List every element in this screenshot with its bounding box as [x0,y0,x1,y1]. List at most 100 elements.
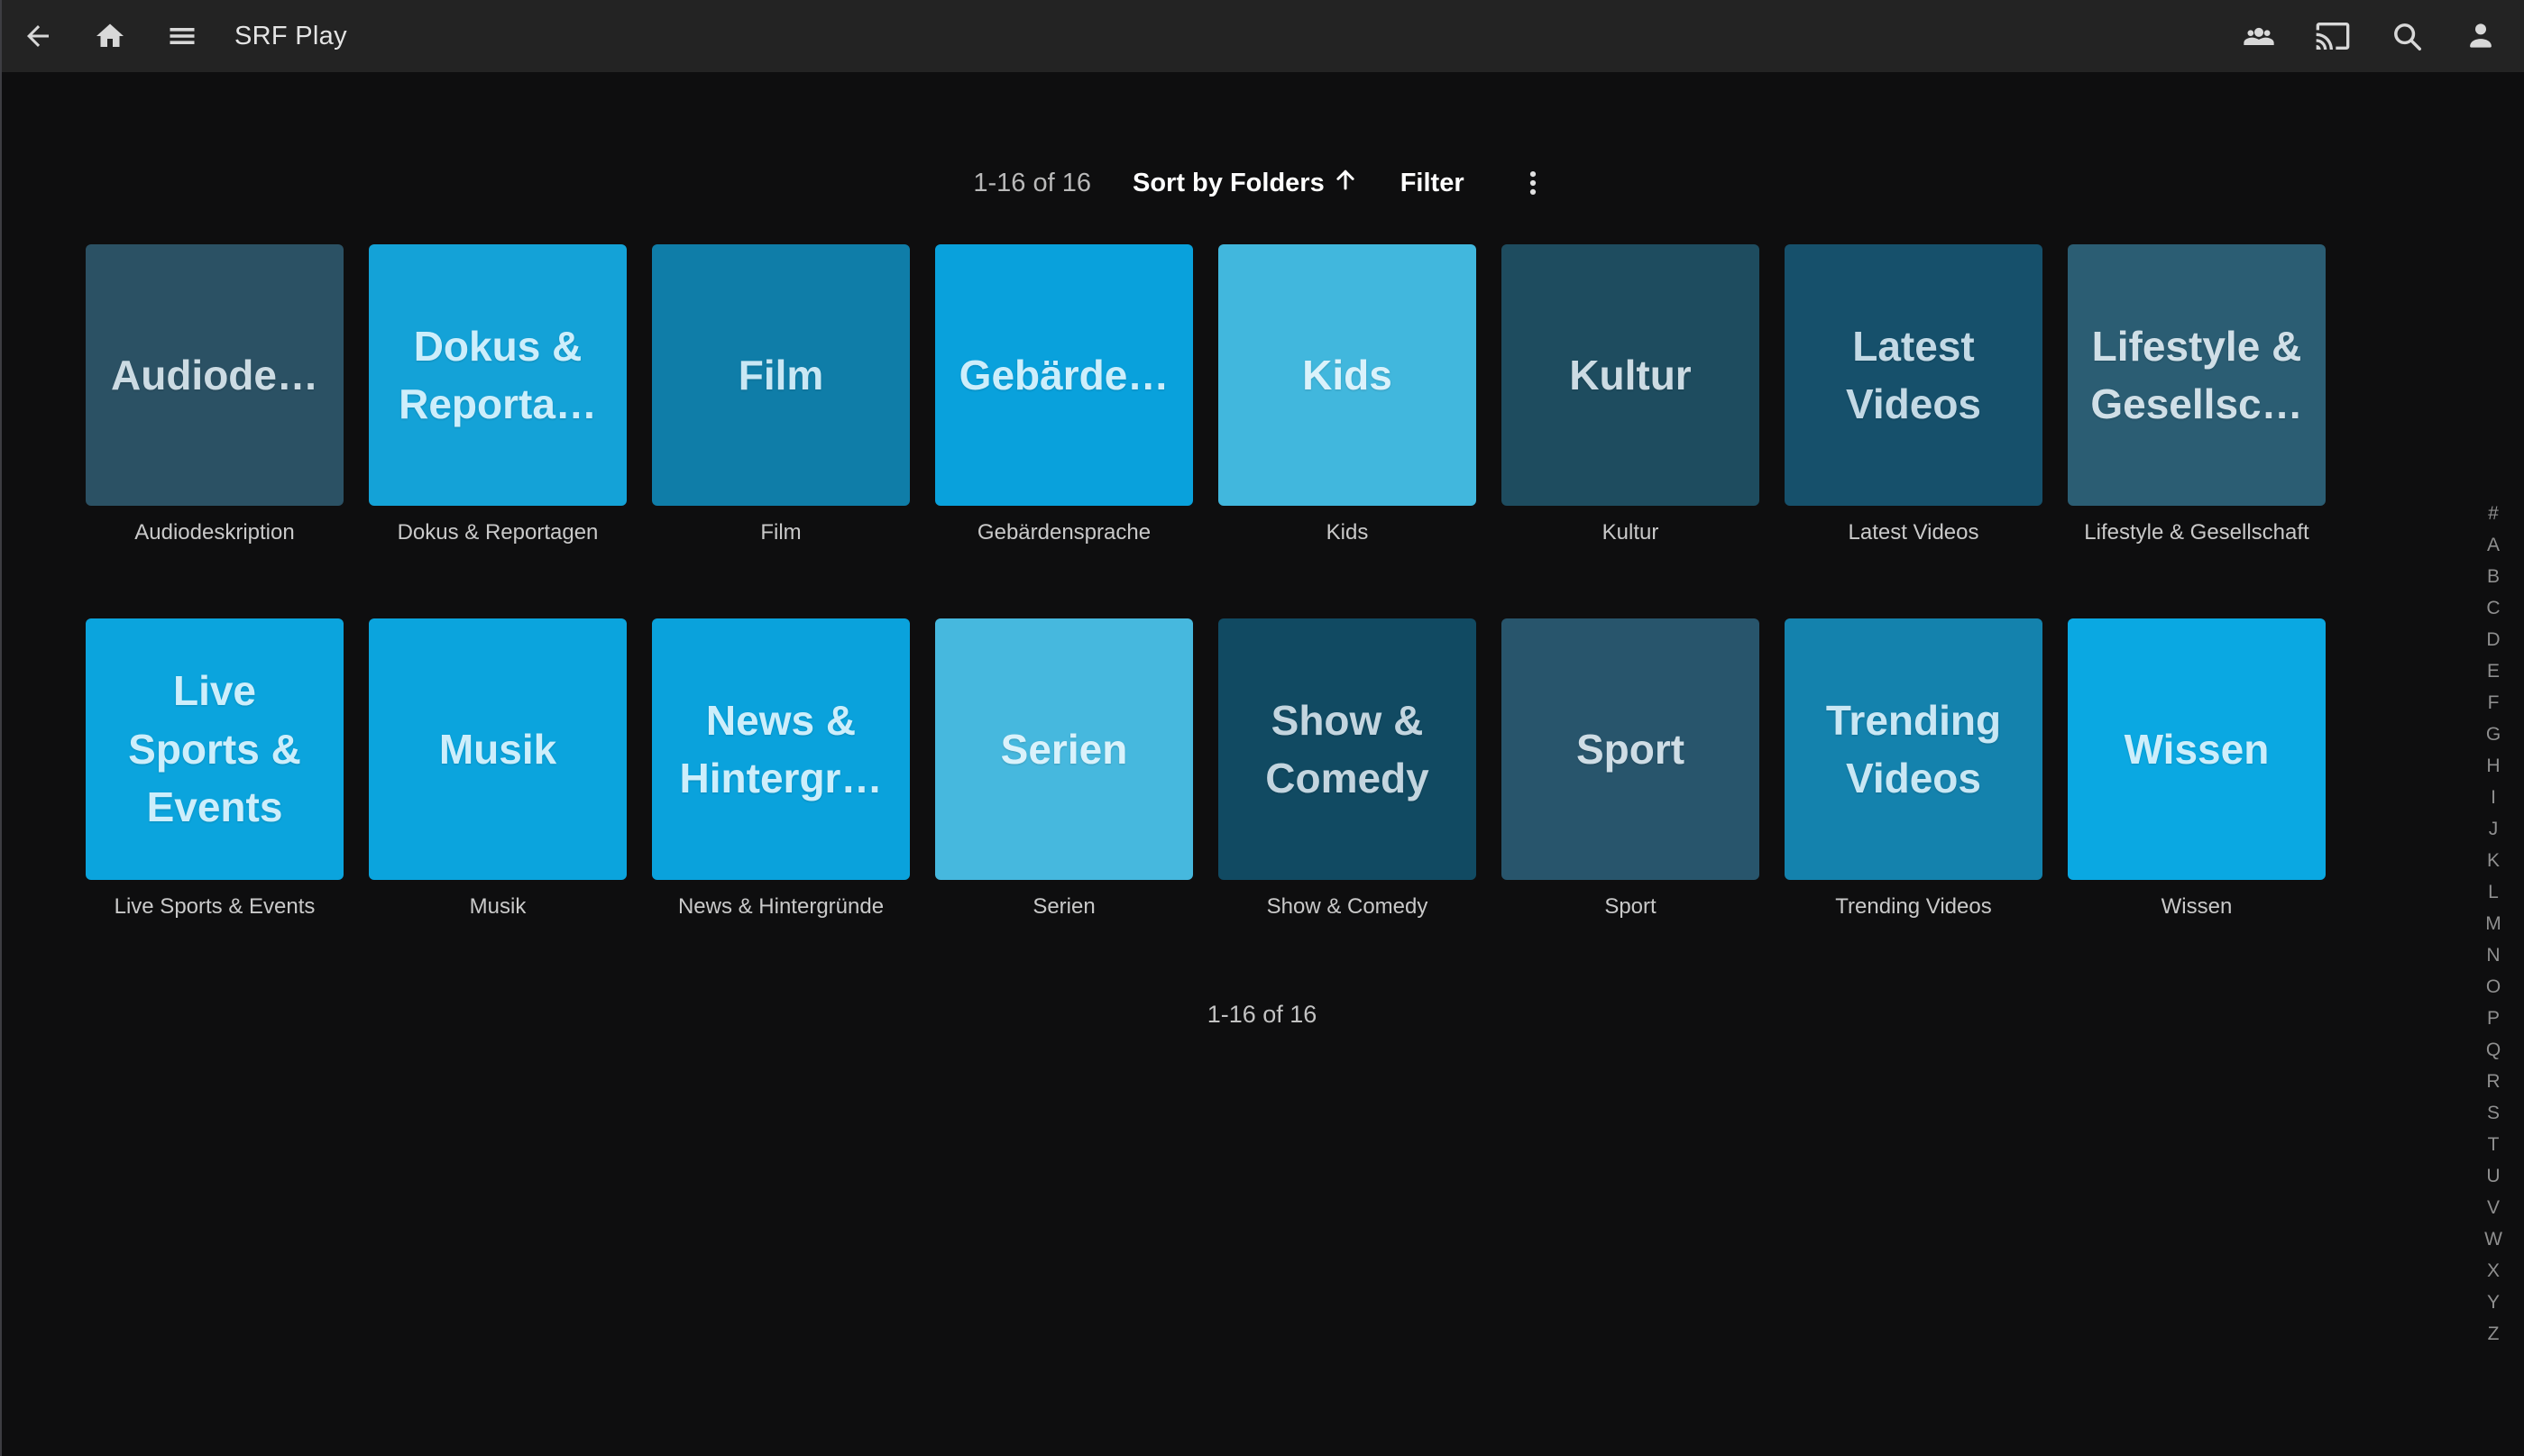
alphabet-letter[interactable]: X [2475,1255,2511,1287]
menu-button[interactable] [164,18,200,54]
folder-tile-art: Trending Videos [1785,618,2042,880]
folder-tile[interactable]: Musik Musik [369,618,627,921]
alphabet-letter[interactable]: B [2475,561,2511,592]
search-button[interactable] [2389,18,2425,54]
library-page: 1-16 of 16 Sort by Folders Filter Audiod… [0,165,2524,1029]
folder-tile-art: Wissen [2068,618,2326,880]
alphabet-letter[interactable]: J [2475,813,2511,845]
sort-button[interactable]: Sort by Folders [1133,166,1359,200]
alphabet-letter[interactable]: Z [2475,1318,2511,1350]
folder-tile-label: News & Hintergründe [652,894,910,921]
folder-tile-label: Audiodeskription [86,520,344,547]
alphabet-letter[interactable]: A [2475,529,2511,561]
folder-tile[interactable]: Sport Sport [1501,618,1759,921]
alphabet-letter[interactable]: C [2475,592,2511,624]
alphabet-letter[interactable]: N [2475,939,2511,971]
folder-tile-title: Film [730,346,833,404]
alphabet-letter[interactable]: W [2475,1223,2511,1255]
back-arrow-icon [22,20,54,52]
hamburger-menu-icon [166,20,198,52]
alphabet-letter[interactable]: L [2475,876,2511,908]
folder-tile-art: Kids [1218,244,1476,506]
folder-tile-label: Gebärdensprache [935,520,1193,547]
home-icon [94,20,126,52]
folder-tile-label: Dokus & Reportagen [369,520,627,547]
alphabet-letter[interactable]: P [2475,1003,2511,1034]
cast-button[interactable] [2315,18,2351,54]
alphabet-letter[interactable]: H [2475,750,2511,782]
folder-tile-label: Live Sports & Events [86,894,344,921]
folder-tile[interactable]: News & Hintergr… News & Hintergründe [652,618,910,921]
footer-item-count: 1-16 of 16 [0,1001,2524,1029]
folder-tile-art: Musik [369,618,627,880]
folder-tile-art: Dokus & Reporta… [369,244,627,506]
page-title: SRF Play [234,22,347,51]
folder-tile-art: Kultur [1501,244,1759,506]
folder-tile[interactable]: Lifestyle & Gesellsc… Lifestyle & Gesell… [2068,244,2326,547]
app-bar-left [20,18,200,54]
folder-tile[interactable]: Kids Kids [1218,244,1476,547]
alphabet-letter[interactable]: O [2475,971,2511,1003]
folder-tile-title: Kids [1293,346,1401,404]
folder-tile[interactable]: Serien Serien [935,618,1193,921]
window-edge [0,0,2,1456]
alphabet-letter[interactable]: U [2475,1160,2511,1192]
library-grid: Audiode… Audiodeskription Dokus & Report… [86,244,2331,921]
folder-tile-title: Trending Videos [1817,691,2010,808]
alphabet-letter[interactable]: D [2475,624,2511,655]
app-bar: SRF Play [0,0,2524,72]
user-icon [2464,19,2498,53]
folder-tile[interactable]: Latest Videos Latest Videos [1785,244,2042,547]
alphabet-letter[interactable]: K [2475,845,2511,876]
alphabet-letter[interactable]: V [2475,1192,2511,1223]
sort-filter-row: 1-16 of 16 Sort by Folders Filter [0,165,2524,201]
folder-tile-art: Sport [1501,618,1759,880]
folder-tile-title: Serien [992,720,1137,778]
folder-tile-label: Serien [935,894,1193,921]
folder-tile-label: Trending Videos [1785,894,2042,921]
folder-tile[interactable]: Trending Videos Trending Videos [1785,618,2042,921]
folder-tile-label: Latest Videos [1785,520,2042,547]
user-button[interactable] [2463,18,2499,54]
folder-tile-title: Gebärde… [950,346,1179,404]
filter-button[interactable]: Filter [1400,169,1464,198]
alphabet-letter[interactable]: R [2475,1066,2511,1097]
alphabet-letter[interactable]: E [2475,655,2511,687]
folder-tile-label: Sport [1501,894,1759,921]
folder-tile[interactable]: Wissen Wissen [2068,618,2326,921]
alphabet-letter[interactable]: M [2475,908,2511,939]
alphabet-letter[interactable]: Q [2475,1034,2511,1066]
folder-tile-label: Show & Comedy [1218,894,1476,921]
alphabet-letter[interactable]: I [2475,782,2511,813]
syncplay-button[interactable] [2241,18,2277,54]
folder-tile-title: Live Sports & Events [119,662,310,836]
alphabet-letter[interactable]: # [2475,498,2511,529]
folder-tile-title: Musik [430,720,565,778]
folder-tile[interactable]: Gebärde… Gebärdensprache [935,244,1193,547]
folder-tile-label: Kids [1218,520,1476,547]
folder-tile[interactable]: Audiode… Audiodeskription [86,244,344,547]
folder-tile[interactable]: Show & Comedy Show & Comedy [1218,618,1476,921]
sort-button-label: Sort by Folders [1133,169,1325,198]
folder-tile-art: Show & Comedy [1218,618,1476,880]
folder-tile-art: Serien [935,618,1193,880]
more-vertical-icon [1518,168,1548,198]
folder-tile[interactable]: Film Film [652,244,910,547]
search-icon [2390,19,2424,53]
folder-tile[interactable]: Dokus & Reporta… Dokus & Reportagen [369,244,627,547]
back-button[interactable] [20,18,56,54]
alphabet-letter[interactable]: T [2475,1129,2511,1160]
folder-tile-art: Lifestyle & Gesellsc… [2068,244,2326,506]
folder-tile-title: Show & Comedy [1256,691,1437,808]
alphabet-letter[interactable]: F [2475,687,2511,719]
folder-tile[interactable]: Kultur Kultur [1501,244,1759,547]
folder-tile-title: Lifestyle & Gesellsc… [2081,317,2311,434]
alphabet-letter[interactable]: Y [2475,1287,2511,1318]
alphabet-letter[interactable]: G [2475,719,2511,750]
alphabet-letter[interactable]: S [2475,1097,2511,1129]
folder-tile[interactable]: Live Sports & Events Live Sports & Event… [86,618,344,921]
folder-tile-label: Wissen [2068,894,2326,921]
home-button[interactable] [92,18,128,54]
more-menu-button[interactable] [1515,165,1551,201]
sort-arrow-up-icon [1332,166,1359,200]
